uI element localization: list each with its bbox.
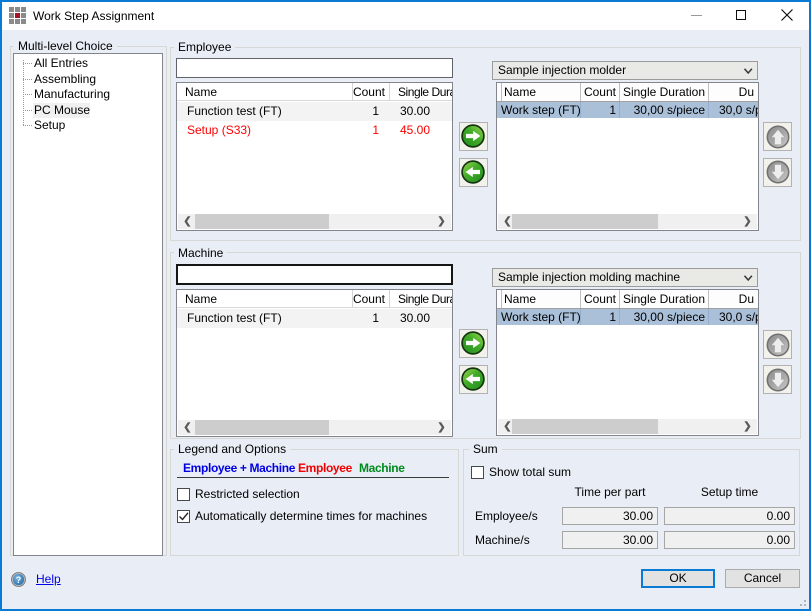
svg-text:?: ?	[16, 575, 22, 585]
